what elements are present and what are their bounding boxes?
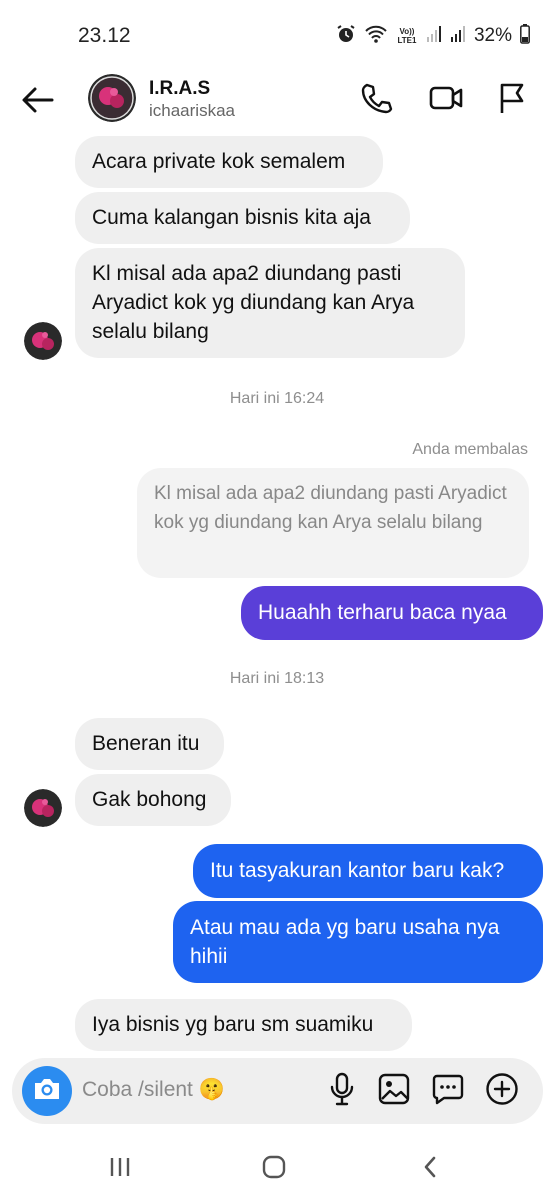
signal-icon: [426, 25, 442, 48]
message-bubble[interactable]: Atau mau ada yg baru usaha nya hihii: [173, 901, 543, 983]
chat-header: I.R.A.S ichaariskaa: [0, 70, 554, 130]
report-button[interactable]: [492, 80, 532, 120]
status-time: 23.12: [78, 24, 131, 47]
voice-button[interactable]: [324, 1072, 360, 1111]
message-bubble[interactable]: Iya bisnis yg baru sm suamiku: [75, 999, 412, 1051]
video-icon: [428, 83, 464, 118]
video-call-button[interactable]: [426, 80, 466, 120]
avatar[interactable]: [88, 74, 136, 122]
sticker-button[interactable]: [430, 1073, 466, 1109]
avatar[interactable]: [24, 789, 62, 827]
battery-percent: 32%: [473, 25, 512, 46]
message-input[interactable]: Coba /silent 🤫: [82, 1078, 225, 1102]
message-bubble[interactable]: Cuma kalangan bisnis kita aja: [75, 192, 410, 244]
message-bubble[interactable]: Beneran itu: [75, 718, 224, 770]
reply-label: Anda membalas: [412, 441, 528, 458]
navigation-bar: [0, 1138, 554, 1200]
add-button[interactable]: [484, 1072, 520, 1111]
back-arrow-icon: [18, 87, 58, 124]
back-icon: [421, 1155, 439, 1184]
message-bubble[interactable]: Acara private kok semalem: [75, 136, 383, 188]
status-bar: 23.12 Vo)) LTE1 32%: [0, 0, 554, 70]
contact-name[interactable]: I.R.A.S: [149, 78, 210, 100]
camera-icon: [32, 1076, 62, 1107]
message-bubble[interactable]: Kl misal ada apa2 diundang pasti Aryadic…: [75, 248, 465, 358]
call-button[interactable]: [356, 80, 396, 120]
recents-button[interactable]: [100, 1154, 140, 1184]
alarm-icon: [336, 24, 356, 49]
signal-icon: [450, 25, 466, 48]
message-bubble[interactable]: Huaahh terharu baca nyaa: [241, 586, 543, 640]
message-bubble[interactable]: Itu tasyakuran kantor baru kak?: [193, 844, 543, 898]
back-button[interactable]: [18, 80, 58, 120]
microphone-icon: [328, 1072, 356, 1111]
quoted-message[interactable]: Kl misal ada apa2 diundang pasti Aryadic…: [137, 468, 529, 578]
battery-icon: [520, 23, 530, 49]
sticker-icon: [432, 1073, 464, 1110]
wifi-icon: [364, 24, 388, 49]
message-bubble[interactable]: Gak bohong: [75, 774, 231, 826]
timestamp: Hari ini 18:13: [229, 670, 325, 687]
system-back-button[interactable]: [410, 1154, 450, 1184]
phone-icon: [359, 81, 393, 120]
camera-button[interactable]: [22, 1066, 72, 1116]
avatar[interactable]: [24, 322, 62, 360]
gallery-button[interactable]: [376, 1073, 412, 1109]
add-icon: [485, 1072, 519, 1111]
timestamp: Hari ini 16:24: [229, 390, 325, 407]
contact-username[interactable]: ichaariskaa: [149, 101, 235, 121]
gallery-icon: [378, 1073, 410, 1110]
recents-icon: [108, 1156, 132, 1183]
status-icons: Vo)) LTE1 32%: [336, 22, 530, 50]
volte-icon: Vo)) LTE1: [397, 27, 417, 45]
flag-icon: [496, 81, 528, 120]
message-composer: Coba /silent 🤫: [12, 1058, 543, 1124]
home-icon: [261, 1154, 287, 1185]
home-button[interactable]: [254, 1154, 294, 1184]
